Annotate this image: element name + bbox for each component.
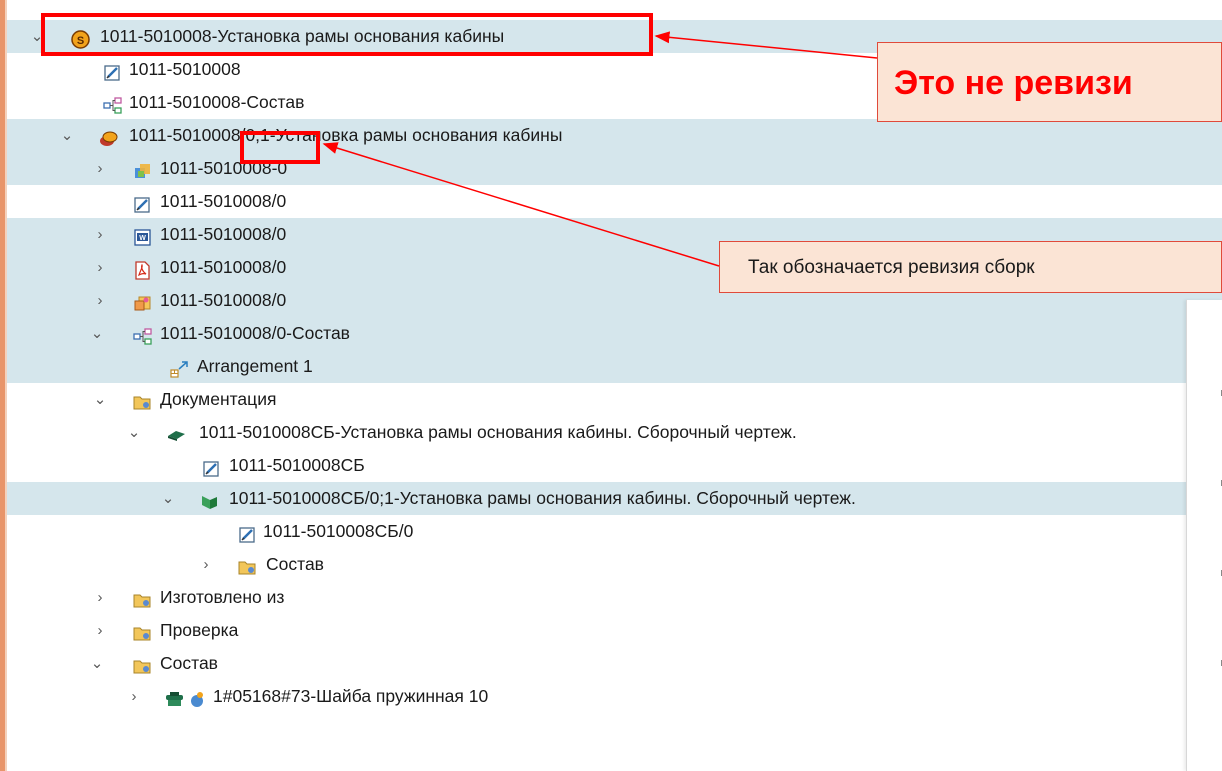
tree-row-part[interactable]: › 1#05168#73-Шайба пружинная 10 <box>7 680 1222 713</box>
tree-row-model[interactable]: › 1011-5010008-0 <box>7 152 1222 185</box>
form-icon <box>103 60 122 81</box>
callout-not-revision: Это не ревизи <box>877 42 1222 122</box>
chevron-down-icon[interactable]: ⌄ <box>90 647 104 680</box>
tree-row-folder[interactable]: › Проверка <box>7 614 1222 647</box>
tree-row-folder[interactable]: ⌄ Состав <box>7 647 1222 680</box>
structure-icon <box>133 324 152 345</box>
revision-icon <box>99 126 118 146</box>
tree-row-label: Документация <box>160 389 277 409</box>
tree-row-label: 1011-5010008/0 <box>160 290 287 310</box>
tree-row-label: 1011-5010008/0 <box>160 257 287 277</box>
tree-row-label: 1011-5010008/0 <box>160 191 287 211</box>
tree-row-label: 1011-5010008СБ/0;1-Установка рамы основа… <box>229 488 856 508</box>
tree-row-form[interactable]: 1011-5010008СБ/0 <box>7 515 1222 548</box>
tree-row-folder[interactable]: › Состав <box>7 548 1222 581</box>
chevron-down-icon[interactable]: ⌄ <box>127 416 141 449</box>
chevron-down-icon[interactable]: ⌄ <box>90 317 104 350</box>
properties-panel-edge <box>1186 300 1222 771</box>
tree-row-label: Состав <box>160 653 218 673</box>
tree-row-label: 1011-5010008СБ/0 <box>263 521 414 541</box>
form-icon <box>133 192 152 213</box>
svg-text:W: W <box>139 235 146 242</box>
drawing-item-icon <box>167 423 186 442</box>
tree-row-label: 1011-5010008/0 <box>160 224 287 244</box>
tree-row-label: Состав <box>266 554 324 574</box>
folder-icon <box>133 390 152 410</box>
chevron-right-icon[interactable]: › <box>93 251 107 284</box>
tree-row-label: 1011-5010008СБ-Установка рамы основания … <box>199 422 797 442</box>
tree-row-drawing-item[interactable]: ⌄ 1011-5010008СБ-Установка рамы основани… <box>7 416 1222 449</box>
folder-icon <box>133 654 152 674</box>
tree-row-label: 1011-5010008СБ <box>229 455 365 475</box>
part-status-icon <box>188 687 207 707</box>
chevron-right-icon[interactable]: › <box>199 548 213 581</box>
tree-row-arrangement[interactable]: Arrangement 1 <box>7 350 1222 383</box>
tree-row-folder[interactable]: ⌄ Документация <box>7 383 1222 416</box>
tree-row-drawing-revision[interactable]: ⌄ 1011-5010008СБ/0;1-Установка рамы осно… <box>7 482 1222 515</box>
dataset-icon <box>133 291 152 311</box>
tree-row-label: 1011-5010008 <box>129 59 241 79</box>
tree-row-form[interactable]: 1011-5010008/0 <box>7 185 1222 218</box>
tree-row-label: 1#05168#73-Шайба пружинная 10 <box>213 686 489 706</box>
chevron-right-icon[interactable]: › <box>93 152 107 185</box>
chevron-right-icon[interactable]: › <box>127 680 141 713</box>
callout-revision-note: Так обозначается ревизия сборк <box>719 241 1222 293</box>
tree-row-label: 1011-5010008-Состав <box>129 92 305 112</box>
structure-icon <box>103 93 122 114</box>
tree-row-label: Изготовлено из <box>160 587 285 607</box>
chevron-down-icon[interactable]: ⌄ <box>161 482 175 515</box>
tree-row-label: 1011-5010008/0;1-Установка рамы основани… <box>129 125 563 145</box>
tree-row-label: Проверка <box>160 620 239 640</box>
folder-icon <box>133 621 152 641</box>
drawing-revision-icon <box>200 489 219 509</box>
chevron-right-icon[interactable]: › <box>93 218 107 251</box>
arrangement-icon <box>170 357 189 378</box>
chevron-right-icon[interactable]: › <box>93 614 107 647</box>
tree-row-structure[interactable]: ⌄ 1011-5010008/0-Состав <box>7 317 1222 350</box>
word-doc-icon: W <box>133 225 152 246</box>
tree-row-folder[interactable]: › Изготовлено из <box>7 581 1222 614</box>
model-icon <box>133 159 152 178</box>
folder-icon <box>133 588 152 608</box>
form-icon <box>202 456 221 477</box>
pdf-icon <box>133 258 152 280</box>
tree-row-revision[interactable]: ⌄ 1011-5010008/0;1-Установка рамы основа… <box>7 119 1222 152</box>
part-icon <box>165 687 184 706</box>
folder-icon <box>238 555 257 575</box>
structure-tree: ⌄ S 1011-5010008-Установка рамы основани… <box>7 20 1222 713</box>
chevron-right-icon[interactable]: › <box>93 284 107 317</box>
chevron-down-icon[interactable]: ⌄ <box>60 119 74 152</box>
highlight-item-name <box>41 13 653 56</box>
chevron-down-icon[interactable]: ⌄ <box>93 383 107 416</box>
tree-row-label: 1011-5010008/0-Состав <box>160 323 350 343</box>
tree-row-form[interactable]: 1011-5010008СБ <box>7 449 1222 482</box>
form-icon <box>238 522 257 543</box>
highlight-revision-id <box>240 131 320 164</box>
tree-row-label: Arrangement 1 <box>197 356 313 376</box>
chevron-right-icon[interactable]: › <box>93 581 107 614</box>
